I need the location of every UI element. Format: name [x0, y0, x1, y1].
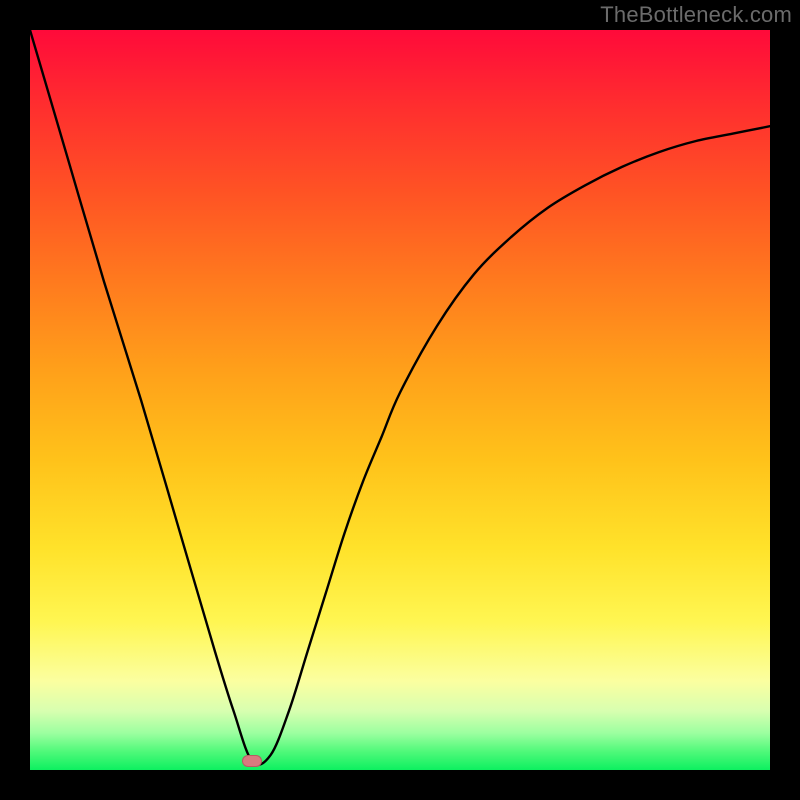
optimum-marker: [242, 755, 262, 767]
bottleneck-curve: [30, 30, 770, 765]
plot-area: [30, 30, 770, 770]
chart-frame: TheBottleneck.com: [0, 0, 800, 800]
curve-layer: [30, 30, 770, 770]
watermark-text: TheBottleneck.com: [600, 2, 792, 28]
